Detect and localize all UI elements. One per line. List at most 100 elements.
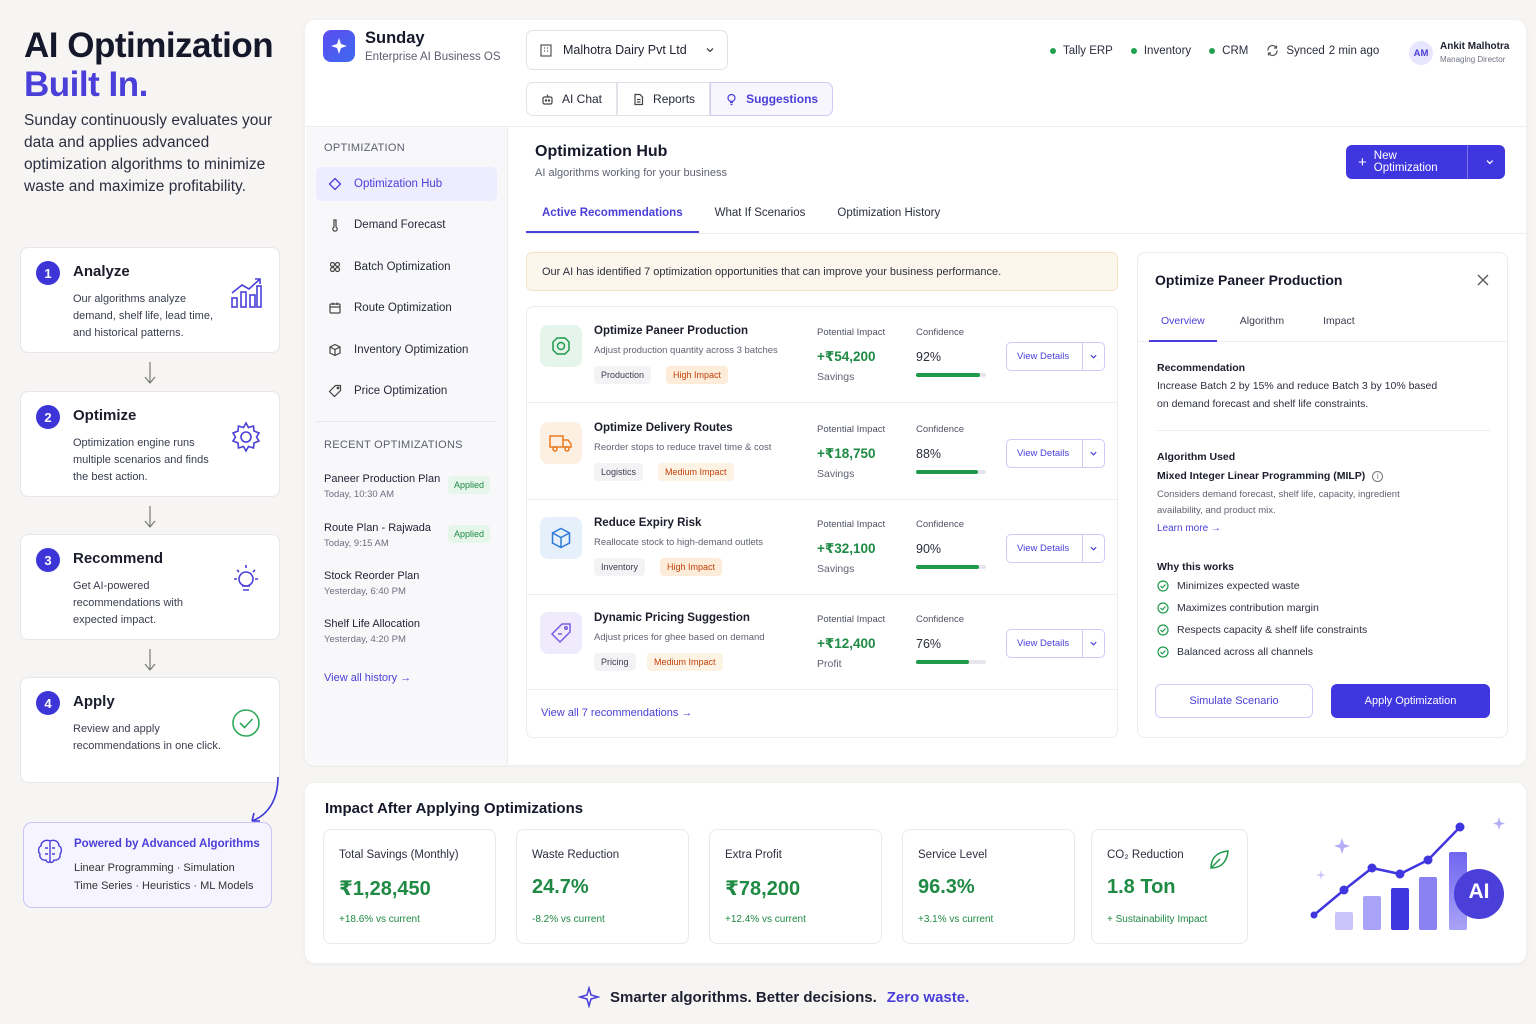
curved-arrow-icon (251, 776, 279, 822)
nav-reports[interactable]: Reports (617, 82, 711, 116)
sidebar-item-price-optimization[interactable]: Price Optimization (316, 374, 497, 408)
powered-line2: Time Series · Heuristics · ML Models (74, 880, 254, 892)
sidebar-item-batch-optimization[interactable]: Batch Optimization (316, 250, 497, 284)
metric-value: ₹1,28,450 (339, 878, 431, 900)
powered-title: Powered by Advanced Algorithms (74, 838, 260, 850)
sidebar-item-inventory-optimization[interactable]: Inventory Optimization (316, 333, 497, 367)
nav-suggestions[interactable]: Suggestions (710, 82, 834, 116)
recommendation-desc: Reallocate stock to high-demand outlets (594, 537, 763, 548)
sidebar-item-demand-forecast[interactable]: Demand Forecast (316, 208, 497, 242)
step-desc: Get AI-powered recommendations with expe… (73, 580, 184, 626)
price-tag-icon (328, 384, 342, 398)
tab-overview[interactable]: Overview (1149, 308, 1217, 342)
simulate-scenario-button[interactable]: Simulate Scenario (1155, 684, 1313, 718)
impact-value: +₹12,400 (817, 636, 876, 651)
recent-item[interactable]: Paneer Production Plan Today, 10:30 AM A… (324, 473, 494, 500)
company-selector[interactable]: Malhotra Dairy Pvt Ltd (526, 30, 728, 70)
app-brand-sub: Enterprise AI Business OS (365, 51, 501, 63)
confidence-value: 76% (916, 637, 942, 651)
step-apply: 4 Apply Review and apply recommendations… (20, 677, 280, 783)
chevron-down-icon[interactable] (1083, 544, 1104, 553)
confidence-label: Confidence (916, 519, 965, 530)
chevron-down-icon[interactable] (1083, 449, 1104, 458)
view-details-button[interactable]: View Details (1006, 629, 1105, 658)
tagline-accent: Zero waste. (886, 988, 970, 1006)
status-tally: Tally ERP (1050, 45, 1113, 57)
view-history-label: View all history (324, 672, 398, 684)
confidence-bar (916, 565, 986, 569)
metric-delta: + Sustainability Impact (1107, 914, 1208, 925)
apply-optimization-button[interactable]: Apply Optimization (1331, 684, 1490, 718)
report-icon (634, 93, 644, 105)
step-title: Analyze (73, 263, 130, 280)
tab-impact[interactable]: Impact (1300, 308, 1371, 342)
calendar-icon (329, 302, 341, 314)
leaf-icon (1210, 850, 1229, 869)
why-text: Minimizes expected waste (1177, 580, 1300, 592)
tab-algorithm[interactable]: Algorithm (1217, 308, 1300, 342)
sidebar-item-optimization-hub[interactable]: Optimization Hub (316, 167, 497, 201)
recommendation-card[interactable]: Dynamic Pricing Suggestion Adjust prices… (527, 594, 1117, 690)
trend-line (1313, 826, 1461, 916)
step-desc: Our algorithms analyze demand, shelf lif… (73, 293, 214, 339)
learn-more-link[interactable]: Learn more → (1157, 523, 1221, 534)
page-subtitle: AI algorithms working for your business (535, 167, 727, 179)
hero-title-line2: Built In. (24, 65, 148, 104)
why-text: Respects capacity & shelf life constrain… (1177, 624, 1368, 636)
sidebar-item-label: Price Optimization (354, 385, 448, 397)
sidebar-item-route-optimization[interactable]: Route Optimization (316, 291, 497, 325)
info-icon[interactable]: i (1372, 471, 1384, 482)
chevron-down-icon[interactable] (1485, 157, 1495, 167)
impact-value: +₹54,200 (817, 349, 876, 364)
recommendation-card[interactable]: Reduce Expiry Risk Reallocate stock to h… (527, 499, 1117, 595)
potential-impact-label: Potential Impact (817, 614, 886, 625)
metric-label: Extra Profit (725, 849, 782, 861)
tab-optimization-history[interactable]: Optimization History (821, 200, 956, 233)
learn-more-label: Learn more (1157, 523, 1209, 534)
bar-4 (1419, 877, 1437, 930)
sidebar-item-label: Batch Optimization (354, 261, 451, 273)
impact-type: Profit (817, 658, 842, 670)
view-details-button[interactable]: View Details (1006, 439, 1105, 468)
check-circle-icon (1157, 624, 1169, 636)
step-desc: Optimization engine runs multiple scenar… (73, 437, 209, 483)
view-all-history-link[interactable]: View all history → (324, 672, 411, 684)
avatar[interactable]: AM (1409, 41, 1433, 65)
recent-item[interactable]: Stock Reorder Plan Yesterday, 6:40 PM (324, 570, 494, 597)
close-icon[interactable] (1476, 273, 1490, 287)
metric-card-waste-reduction: Waste Reduction 24.7% -8.2% vs current (516, 829, 689, 944)
new-optimization-button[interactable]: + New Optimization (1346, 145, 1505, 179)
impact-type: Savings (817, 563, 855, 575)
bar-1 (1335, 912, 1353, 930)
metric-label: Total Savings (Monthly) (339, 849, 459, 861)
recent-item[interactable]: Route Plan - Rajwada Today, 9:15 AM Appl… (324, 522, 494, 549)
metric-label: Waste Reduction (532, 849, 620, 861)
check-circle-icon (1157, 580, 1169, 592)
tab-what-if-scenarios[interactable]: What If Scenarios (699, 200, 822, 233)
step-number: 2 (36, 405, 60, 429)
confidence-label: Confidence (916, 327, 965, 338)
view-details-button[interactable]: View Details (1006, 342, 1105, 371)
check-circle-icon (1157, 602, 1169, 614)
sync-icon (1267, 44, 1278, 57)
sparkle-icon (1493, 817, 1505, 830)
potential-impact-label: Potential Impact (817, 327, 886, 338)
view-details-button[interactable]: View Details (1006, 534, 1105, 563)
page-title: Optimization Hub (535, 143, 668, 160)
why-heading: Why this works (1157, 561, 1235, 573)
brain-icon (37, 839, 63, 864)
sidebar-item-label: Inventory Optimization (354, 344, 469, 356)
confidence-value: 92% (916, 350, 942, 364)
recommendation-card[interactable]: Optimize Delivery Routes Reorder stops t… (527, 404, 1117, 500)
recommendation-card[interactable]: Optimize Paneer Production Adjust produc… (527, 307, 1117, 403)
nav-ai-chat[interactable]: AI Chat (526, 82, 618, 116)
metric-label: Service Level (918, 849, 988, 861)
view-all-recommendations-link[interactable]: View all 7 recommendations → (541, 707, 692, 719)
recommendation-desc: Adjust prices for ghee based on demand (594, 632, 765, 643)
tab-active-recommendations[interactable]: Active Recommendations (526, 200, 699, 233)
chevron-down-icon[interactable] (1083, 639, 1104, 648)
chevron-down-icon[interactable] (1083, 352, 1104, 361)
potential-impact-label: Potential Impact (817, 424, 886, 435)
recent-item[interactable]: Shelf Life Allocation Yesterday, 4:20 PM (324, 618, 494, 645)
truck-icon (540, 422, 582, 464)
